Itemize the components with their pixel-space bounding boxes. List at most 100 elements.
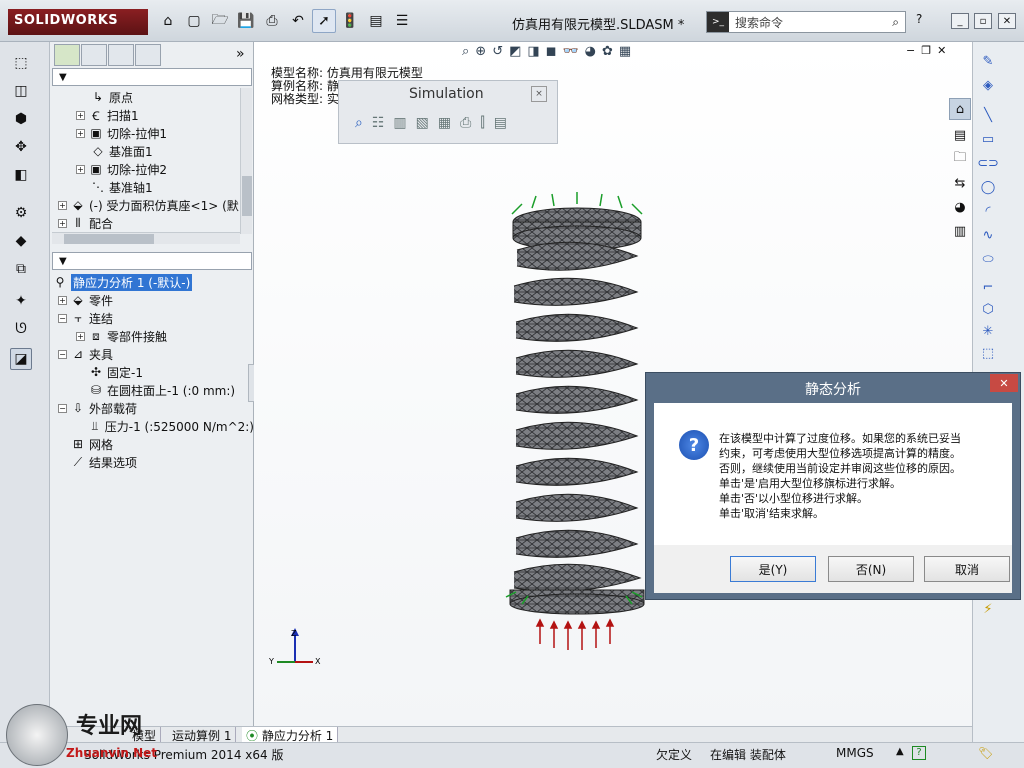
- design-library-icon[interactable]: ▤: [949, 124, 971, 146]
- appearance-icon[interactable]: ◕: [585, 44, 596, 59]
- new-motion-study-icon[interactable]: ⧉: [10, 258, 32, 280]
- tree-item[interactable]: − ⇩ 外部载荷: [50, 399, 254, 417]
- cancel-button[interactable]: 取消: [924, 556, 1010, 582]
- search-icon[interactable]: ⌕: [892, 15, 899, 30]
- tree-item[interactable]: ⛁ 在圆柱面上-1 (:0 mm:): [50, 381, 254, 399]
- custom-properties-icon[interactable]: ▥: [949, 220, 971, 242]
- arc-icon[interactable]: ◜: [977, 200, 999, 222]
- open-folder-icon[interactable]: 🗁: [208, 9, 232, 33]
- circle-icon[interactable]: ◯: [977, 176, 999, 198]
- task-pane-resources-icon[interactable]: ⌂: [949, 98, 971, 120]
- property-manager-tab[interactable]: [81, 44, 107, 66]
- tree-item[interactable]: ⫫ 压力-1 (:525000 N/m^2:): [50, 417, 254, 435]
- insert-components-icon[interactable]: ⬚: [10, 52, 32, 74]
- tree-item[interactable]: ⟋ 结果选项: [50, 453, 254, 471]
- file-explorer-icon[interactable]: 🗀: [949, 148, 971, 170]
- line-icon[interactable]: ╲: [977, 104, 999, 126]
- tree-item[interactable]: + ▣ 切除-拉伸1: [50, 124, 254, 142]
- undo-icon[interactable]: ↶: [286, 9, 310, 33]
- simulation-toolbar-close[interactable]: ×: [531, 86, 547, 102]
- smart-dimension-icon[interactable]: ◈: [977, 74, 999, 96]
- tree-item[interactable]: − ⫟ 连结: [50, 309, 254, 327]
- tree-item[interactable]: − ⊿ 夹具: [50, 345, 254, 363]
- reference-geometry-icon[interactable]: ◆: [10, 230, 32, 252]
- home-icon[interactable]: ⌂: [156, 9, 180, 33]
- search-commands[interactable]: >_ 搜索命令 ⌕: [706, 11, 906, 33]
- restore-button[interactable]: ▫: [974, 13, 992, 29]
- rebuild-icon[interactable]: 🚦: [338, 9, 362, 33]
- tree-item[interactable]: + ⧈ 零部件接触: [50, 327, 254, 345]
- slot-icon[interactable]: ⊂⊃: [977, 152, 999, 174]
- list-icon[interactable]: ☷: [372, 115, 385, 131]
- yes-button[interactable]: 是(Y): [730, 556, 816, 582]
- study-advisor-icon[interactable]: ⌕: [355, 115, 363, 131]
- expand-icon[interactable]: +: [76, 128, 85, 138]
- smart-fasteners-icon[interactable]: ⬢: [10, 108, 32, 130]
- status-help-icon[interactable]: ?: [912, 746, 926, 760]
- show-hidden-icon[interactable]: ◧: [10, 164, 32, 186]
- report-icon[interactable]: ▦: [438, 115, 451, 131]
- options-icon[interactable]: ☰: [390, 9, 414, 33]
- zoom-area-icon[interactable]: ⊕: [475, 44, 486, 59]
- move-component-icon[interactable]: ✥: [10, 136, 32, 158]
- print-results-icon[interactable]: ⎙: [460, 115, 471, 131]
- display-manager-tab[interactable]: [135, 44, 161, 66]
- tree-vertical-scrollbar[interactable]: [240, 88, 252, 234]
- polygon-icon[interactable]: ⬡: [977, 298, 999, 320]
- dialog-close-button[interactable]: ✕: [990, 374, 1018, 392]
- instant3d-icon[interactable]: ◪: [10, 348, 32, 370]
- expand-icon[interactable]: +: [58, 218, 67, 228]
- search-input[interactable]: 搜索命令: [735, 14, 892, 31]
- feature-manager-tab[interactable]: [54, 44, 80, 66]
- expand-icon[interactable]: +: [76, 110, 85, 120]
- tree-item[interactable]: + ⦀ 配合: [50, 214, 254, 232]
- collapse-icon[interactable]: −: [58, 403, 67, 413]
- display-style-icon[interactable]: ◼: [546, 44, 557, 59]
- tree-item[interactable]: ⋱ 基准轴1: [50, 178, 254, 196]
- configuration-manager-tab[interactable]: [108, 44, 134, 66]
- ellipse-icon[interactable]: ⬭: [977, 248, 999, 270]
- viewport-restore-icon[interactable]: ❐: [921, 44, 931, 57]
- save-icon[interactable]: 💾: [234, 9, 258, 33]
- hide-show-icon[interactable]: 👓: [562, 44, 578, 59]
- tree-item[interactable]: + ⬙ (-) 受力面积仿真座<1> (默: [50, 196, 254, 214]
- appearances-icon[interactable]: ◕: [949, 196, 971, 218]
- section-view-icon[interactable]: ◩: [509, 44, 521, 59]
- study-item[interactable]: ⚲ 静应力分析 1 (-默认-): [50, 273, 254, 291]
- tree-item[interactable]: + Ꞓ 扫描1: [50, 106, 254, 124]
- scrollbar-thumb[interactable]: [242, 176, 252, 216]
- tag-icon[interactable]: 🏷: [978, 746, 993, 760]
- sketch-icon[interactable]: ✎: [977, 50, 999, 72]
- zoom-to-fit-icon[interactable]: ⌕: [462, 44, 469, 59]
- select-cursor-icon[interactable]: ➚: [312, 9, 336, 33]
- unit-system[interactable]: MMGS: [836, 746, 874, 760]
- viewport-close-icon[interactable]: ✕: [937, 44, 946, 57]
- tree-item[interactable]: ◇ 基准面1: [50, 142, 254, 160]
- probe-icon[interactable]: ⫿: [480, 115, 484, 131]
- collapse-icon[interactable]: −: [58, 313, 67, 323]
- tree-item[interactable]: ✣ 固定-1: [50, 363, 254, 381]
- minimize-button[interactable]: _: [951, 13, 969, 29]
- exploded-view-icon[interactable]: ᘎ: [10, 318, 32, 340]
- bill-of-materials-icon[interactable]: ✦: [10, 290, 32, 312]
- plot-icon[interactable]: ▥: [393, 115, 406, 131]
- compare-icon[interactable]: ▧: [416, 115, 429, 131]
- expand-icon[interactable]: +: [58, 200, 67, 210]
- view-palette-icon[interactable]: ⇆: [949, 172, 971, 194]
- feature-filter[interactable]: ▼: [52, 68, 252, 86]
- no-button[interactable]: 否(N): [828, 556, 914, 582]
- tab-static-study[interactable]: ⦿ 静应力分析 1: [242, 727, 339, 743]
- print-icon[interactable]: ⎙: [260, 9, 284, 33]
- assembly-features-icon[interactable]: ⚙: [10, 202, 32, 224]
- expand-panel-icon[interactable]: »: [236, 46, 245, 62]
- mate-icon[interactable]: ◫: [10, 80, 32, 102]
- fillet-icon[interactable]: ⌐: [977, 276, 999, 298]
- scene-icon[interactable]: ✿: [602, 44, 613, 59]
- help-button[interactable]: ?: [916, 12, 922, 26]
- rectangle-icon[interactable]: ▭: [977, 128, 999, 150]
- previous-view-icon[interactable]: ↺: [492, 44, 503, 59]
- viewport-minimize-icon[interactable]: −: [906, 44, 915, 57]
- spline-icon[interactable]: ∿: [977, 224, 999, 246]
- expand-icon[interactable]: +: [76, 331, 85, 341]
- unit-dropdown-icon[interactable]: ▲: [896, 746, 904, 757]
